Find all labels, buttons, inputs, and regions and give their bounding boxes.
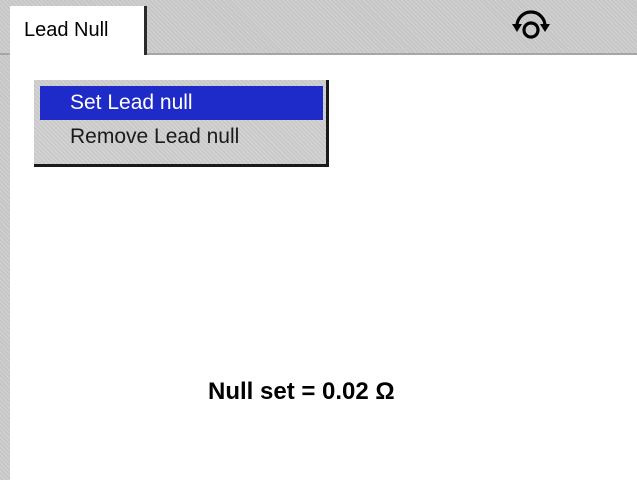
refresh-icon[interactable] <box>509 10 553 42</box>
tab-label: Lead Null <box>24 19 109 41</box>
lead-null-menu: Set Lead null Remove Lead null <box>34 80 329 167</box>
menu-item-set-lead-null[interactable]: Set Lead null <box>40 86 323 120</box>
tab-lead-null[interactable]: Lead Null <box>10 6 147 55</box>
left-edge-border <box>0 55 10 480</box>
null-set-readout: Null set = 0.02 Ω <box>208 378 395 405</box>
menu-item-remove-lead-null[interactable]: Remove Lead null <box>40 120 323 154</box>
lead-null-screen: Lead Null Set Lead null Remove Lead null… <box>0 0 637 480</box>
tab-bar: Lead Null <box>0 0 637 55</box>
